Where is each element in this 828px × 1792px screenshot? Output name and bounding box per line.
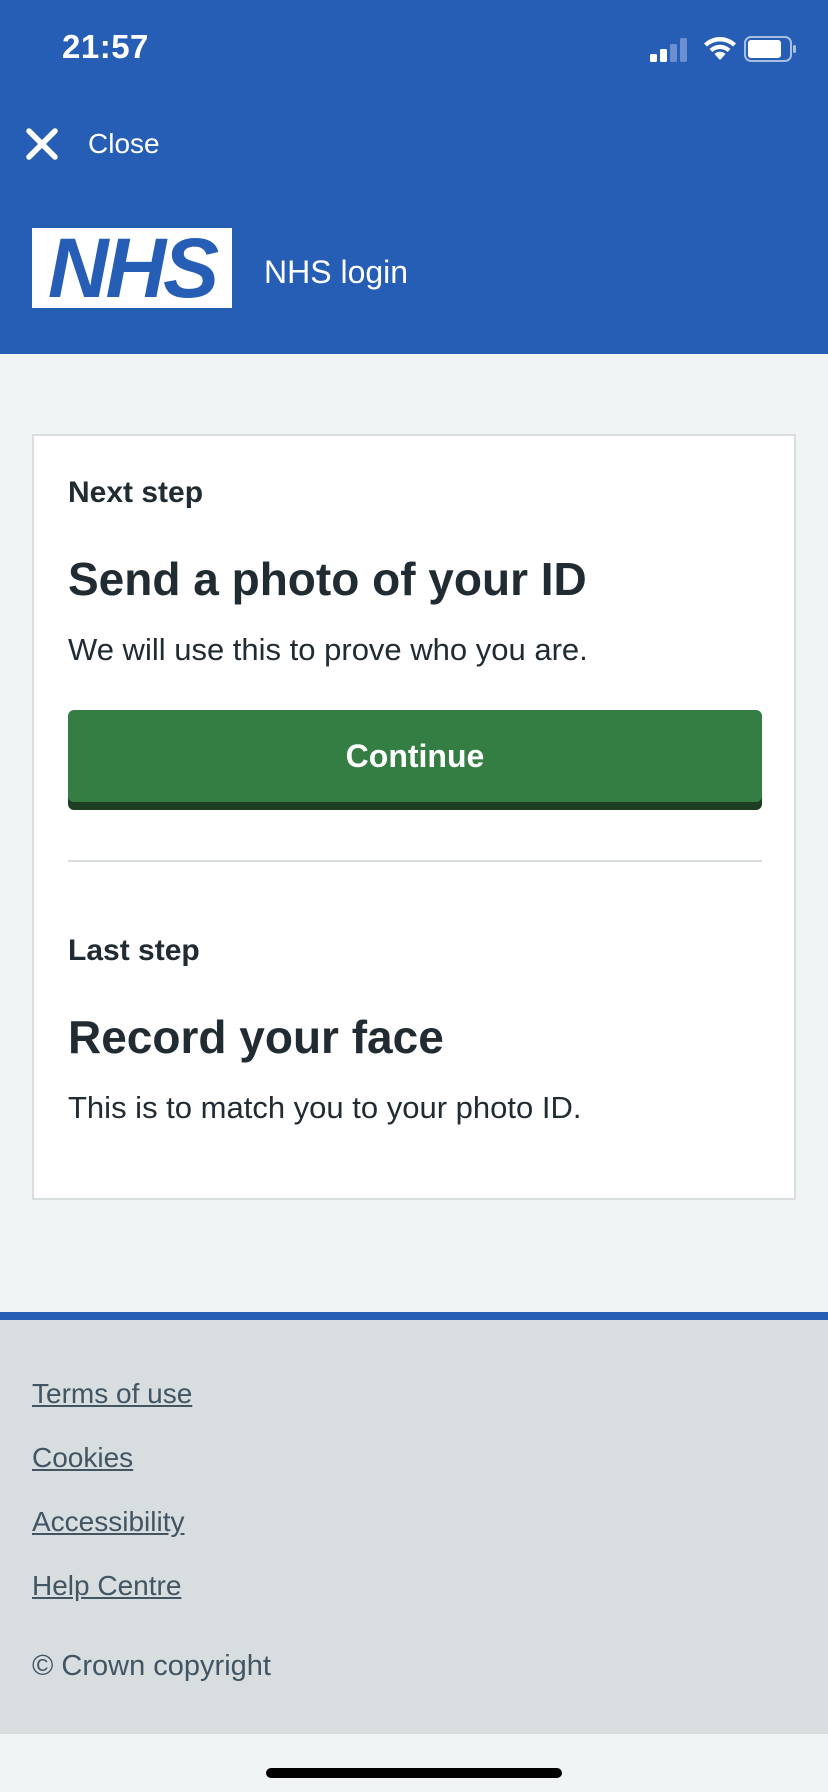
copyright: © Crown copyright bbox=[32, 1650, 271, 1682]
continue-button[interactable]: Continue bbox=[68, 710, 762, 802]
footer: Terms of use Cookies Accessibility Help … bbox=[0, 1312, 828, 1734]
footer-link-accessibility[interactable]: Accessibility bbox=[32, 1506, 184, 1538]
battery-icon bbox=[744, 36, 796, 62]
last-step-body: This is to match you to your photo ID. bbox=[68, 1090, 582, 1125]
status-time: 21:57 bbox=[62, 28, 149, 65]
header: 21:57 Close NHS NHS login bbox=[0, 0, 828, 354]
service-name: NHS login bbox=[264, 254, 409, 290]
wifi-icon bbox=[704, 37, 736, 60]
last-step-caption: Last step bbox=[68, 934, 200, 967]
home-bar-area bbox=[0, 1734, 828, 1792]
footer-link-help-centre[interactable]: Help Centre bbox=[32, 1570, 181, 1602]
next-step-body: We will use this to prove who you are. bbox=[68, 632, 588, 667]
nhs-logo-text: NHS bbox=[47, 221, 219, 315]
close-icon bbox=[26, 128, 58, 160]
close-label: Close bbox=[88, 128, 160, 159]
last-step-heading: Record your face bbox=[68, 1011, 444, 1063]
next-step-heading: Send a photo of your ID bbox=[68, 553, 587, 605]
next-step-caption: Next step bbox=[68, 476, 204, 509]
close-button[interactable]: Close bbox=[24, 122, 160, 166]
footer-link-cookies[interactable]: Cookies bbox=[32, 1442, 133, 1474]
steps-card: Next step Send a photo of your ID We wil… bbox=[32, 434, 796, 1200]
signal-icon bbox=[650, 38, 687, 62]
divider bbox=[68, 860, 762, 862]
footer-link-terms-of-use[interactable]: Terms of use bbox=[32, 1378, 192, 1410]
home-indicator[interactable] bbox=[266, 1768, 562, 1778]
nhs-logo: NHS bbox=[32, 221, 232, 315]
